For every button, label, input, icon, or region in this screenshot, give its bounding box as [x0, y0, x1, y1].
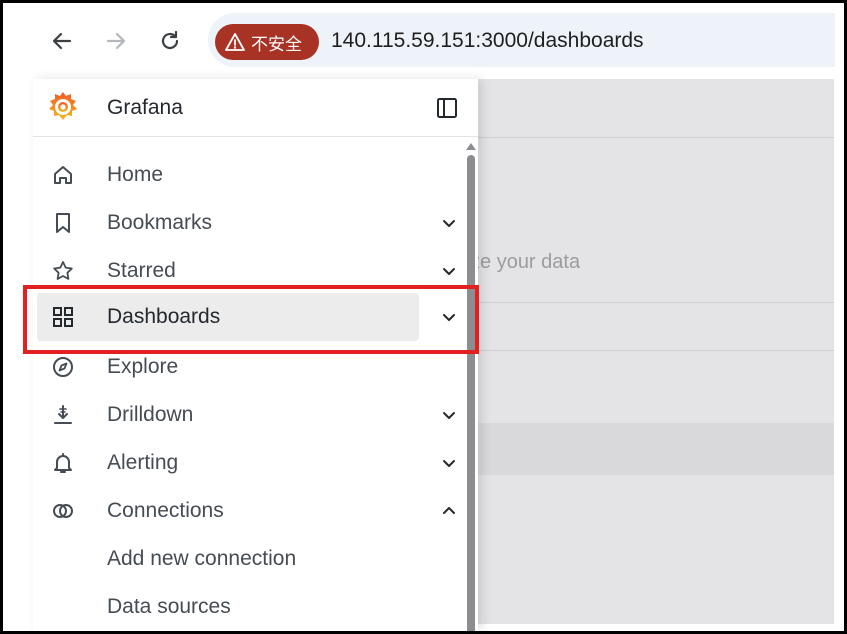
chevron-up-icon[interactable]: [439, 501, 459, 521]
bell-icon: [54, 453, 72, 473]
nav-sidebar: Grafana Home Bookmarks Starred Dashboard…: [33, 79, 478, 634]
sidebar-item-connections[interactable]: Connections: [37, 487, 455, 535]
divider: [478, 350, 834, 351]
scroll-up-arrow-icon[interactable]: [466, 143, 476, 150]
sidebar-item-alerting[interactable]: Alerting: [37, 439, 455, 487]
divider: [478, 137, 834, 138]
url-text[interactable]: 140.115.59.151:3000/dashboards: [331, 29, 644, 53]
grafana-logo-icon[interactable]: [45, 89, 81, 125]
forward-button[interactable]: [101, 26, 131, 56]
page-backdrop: [478, 79, 834, 624]
sidebar-item-label: Drilldown: [107, 403, 194, 426]
chevron-down-icon[interactable]: [439, 453, 459, 473]
connections-icon: [53, 504, 73, 518]
sidebar-item-label: Dashboards: [107, 305, 221, 328]
back-button[interactable]: [47, 26, 77, 56]
sidebar-item-label: Starred: [107, 259, 176, 282]
divider: [478, 302, 834, 303]
subitem-data-sources[interactable]: Data sources: [107, 595, 231, 619]
sidebar-item-label: Connections: [107, 499, 224, 522]
page-edge: [834, 79, 844, 624]
sidebar-header: Grafana: [33, 79, 478, 137]
sidebar-item-label: Bookmarks: [107, 211, 213, 234]
sidebar-item-home[interactable]: Home: [37, 151, 419, 199]
sidebar-scrollbar[interactable]: [466, 141, 476, 634]
sidebar-item-label: Alerting: [107, 451, 179, 474]
sidebar-item-dashboards[interactable]: Dashboards: [37, 293, 455, 341]
home-icon: [54, 166, 72, 184]
chevron-down-icon[interactable]: [439, 213, 459, 233]
compass-icon: [53, 357, 73, 377]
apps-grid-icon: [53, 307, 73, 327]
dock-menu-icon[interactable]: [436, 97, 458, 119]
reload-button[interactable]: [155, 26, 185, 56]
star-icon: [53, 261, 73, 280]
bookmark-icon: [56, 213, 70, 233]
scrollbar-thumb[interactable]: [467, 155, 475, 634]
drilldown-icon: [54, 405, 72, 424]
sidebar-item-drilldown[interactable]: Drilldown: [37, 391, 455, 439]
page-partial-text: alize your data: [478, 251, 581, 273]
brand-name: Grafana: [107, 96, 183, 119]
security-label: 不安全: [251, 34, 302, 54]
chevron-down-icon[interactable]: [439, 261, 459, 281]
subitem-add-new-connection[interactable]: Add new connection: [107, 547, 296, 571]
sidebar-item-starred[interactable]: Starred: [37, 247, 455, 295]
not-secure-chip[interactable]: 不安全: [215, 24, 319, 60]
sidebar-item-label: Explore: [107, 355, 179, 378]
warning-icon: [225, 33, 245, 51]
sidebar-item-label: Home: [107, 163, 164, 186]
forward-arrow-icon: [106, 32, 126, 50]
page-band: [478, 423, 834, 475]
chevron-down-icon[interactable]: [439, 405, 459, 425]
back-arrow-icon: [52, 32, 72, 50]
sidebar-item-explore[interactable]: Explore: [37, 343, 419, 391]
chevron-down-icon[interactable]: [439, 307, 459, 327]
reload-icon: [161, 30, 179, 50]
sidebar-item-bookmarks[interactable]: Bookmarks: [37, 199, 455, 247]
